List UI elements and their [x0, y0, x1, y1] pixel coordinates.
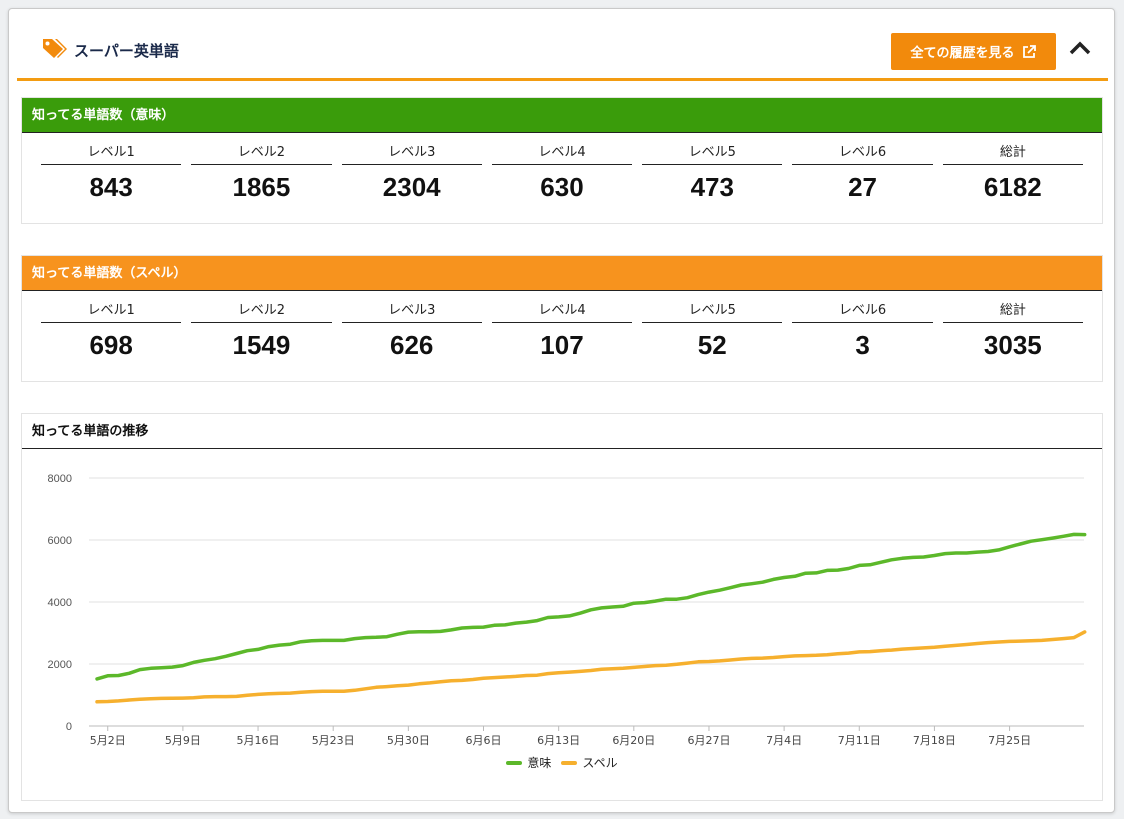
legend-item-spell[interactable]: スペル	[561, 754, 618, 771]
stat-value: 1865	[232, 172, 291, 202]
x-tick-label: 5月23日	[312, 734, 355, 747]
chart-legend: 意味 スペル	[22, 754, 1102, 771]
stat-value: 3	[855, 330, 870, 360]
x-tick-label: 6月13日	[537, 734, 580, 747]
spell-stat-total: 総計 3035	[942, 301, 1083, 367]
meaning-stat-level5: レベル5 473	[642, 143, 783, 209]
stat-value: 3035	[983, 330, 1042, 360]
stat-value: 626	[390, 330, 434, 360]
stat-label: レベル3	[341, 301, 482, 323]
trend-line-chart: 0 2000 4000 6000 8000 5月2日 5月9日 5月16日 5月23日 5月30日…	[48, 473, 1087, 747]
stat-label: 総計	[942, 143, 1083, 165]
stat-label: レベル1	[41, 301, 182, 323]
stat-value: 473	[690, 172, 734, 202]
stat-value: 6182	[983, 172, 1042, 202]
spell-stat-level6: レベル6 3	[792, 301, 933, 367]
meaning-stat-level1: レベル1 843	[41, 143, 182, 209]
legend-swatch	[561, 760, 578, 765]
y-tick-label: 6000	[48, 535, 72, 547]
x-tick-label: 6月27日	[687, 734, 730, 747]
meaning-stat-total: 総計 6182	[942, 143, 1083, 209]
y-tick-label: 8000	[48, 473, 72, 485]
meaning-stat-level6: レベル6 27	[792, 143, 933, 209]
stat-label: レベル4	[491, 301, 633, 323]
x-tick-label: 6月20日	[612, 734, 655, 747]
external-link-icon	[1022, 44, 1036, 58]
y-tick-label: 0	[66, 721, 72, 733]
x-tick-label: 5月2日	[90, 734, 126, 747]
known-words-trend-card: 知ってる単語の推移 0 2000 4000 6000 8000 5月2日 5月9日 5月16日…	[21, 413, 1103, 801]
stat-value: 843	[89, 172, 133, 202]
x-tick-label: 7月11日	[838, 734, 881, 747]
known-words-meaning-card: 知ってる単語数（意味） レベル1 843 レベル2 1865 レベル3 2304…	[21, 97, 1103, 224]
x-tick-label: 7月4日	[766, 734, 802, 747]
history-button-label: 全ての履歴を見る	[910, 46, 1015, 61]
stat-label: レベル5	[642, 143, 783, 165]
spell-stats: レベル1 698 レベル2 1549 レベル3 626 レベル4 107 レベル…	[22, 291, 1102, 367]
x-tick-label: 5月9日	[165, 734, 201, 747]
spell-stat-level3: レベル3 626	[341, 301, 482, 367]
x-tick-label: 7月18日	[913, 734, 956, 747]
chevron-up-icon[interactable]	[1068, 39, 1092, 57]
stat-value: 52	[697, 330, 727, 360]
meaning-stat-level3: レベル3 2304	[341, 143, 482, 209]
stat-value: 630	[540, 172, 584, 202]
spell-stat-level1: レベル1 698	[41, 301, 182, 367]
tag-icon	[43, 39, 67, 58]
legend-item-meaning[interactable]: 意味	[506, 754, 551, 771]
x-tick-label: 5月30日	[387, 734, 430, 747]
stat-label: レベル6	[792, 301, 933, 323]
series-line-meaning	[95, 532, 1087, 681]
spell-stat-level5: レベル5 52	[642, 301, 783, 367]
legend-label: スペル	[582, 756, 618, 770]
stat-value: 1549	[232, 330, 291, 360]
stat-value: 27	[848, 172, 877, 202]
spell-stat-level2: レベル2 1549	[191, 301, 332, 367]
meaning-stats: レベル1 843 レベル2 1865 レベル3 2304 レベル4 630 レベ…	[22, 133, 1102, 209]
spell-stat-level4: レベル4 107	[491, 301, 633, 367]
x-tick-label: 7月25日	[988, 734, 1031, 747]
view-all-history-button[interactable]: 全ての履歴を見る	[891, 33, 1056, 70]
spell-card-title: 知ってる単語数（スペル）	[22, 256, 1102, 291]
stat-label: レベル4	[491, 143, 633, 165]
stat-label: レベル2	[191, 301, 332, 323]
y-tick-label: 2000	[48, 659, 72, 671]
x-tick-label: 6月6日	[466, 734, 502, 747]
x-tick-label: 5月16日	[237, 734, 280, 747]
known-words-spell-card: 知ってる単語数（スペル） レベル1 698 レベル2 1549 レベル3 626…	[21, 255, 1103, 382]
stat-label: レベル3	[341, 143, 482, 165]
stat-label: レベル1	[41, 143, 182, 165]
stat-label: レベル6	[792, 143, 933, 165]
app-panel: スーパー英単語 全ての履歴を見る 知ってる単語数（意味） レベル1 843 レベ…	[8, 8, 1115, 813]
meaning-card-title: 知ってる単語数（意味）	[22, 98, 1102, 133]
stat-value: 2304	[382, 172, 441, 202]
panel-header: スーパー英単語 全ての履歴を見る	[17, 9, 1108, 81]
stat-value: 698	[89, 330, 133, 360]
meaning-stat-level2: レベル2 1865	[191, 143, 332, 209]
series-line-spell	[95, 630, 1087, 704]
meaning-stat-level4: レベル4 630	[491, 143, 633, 209]
stat-value: 107	[540, 330, 584, 360]
legend-label: 意味	[527, 756, 552, 770]
y-tick-label: 4000	[48, 597, 72, 609]
app-title: スーパー英単語	[74, 42, 179, 60]
chart-card-title: 知ってる単語の推移	[22, 414, 1102, 449]
legend-swatch	[506, 760, 523, 765]
stat-label: レベル5	[642, 301, 783, 323]
stat-label: レベル2	[191, 143, 332, 165]
stat-label: 総計	[942, 301, 1083, 323]
